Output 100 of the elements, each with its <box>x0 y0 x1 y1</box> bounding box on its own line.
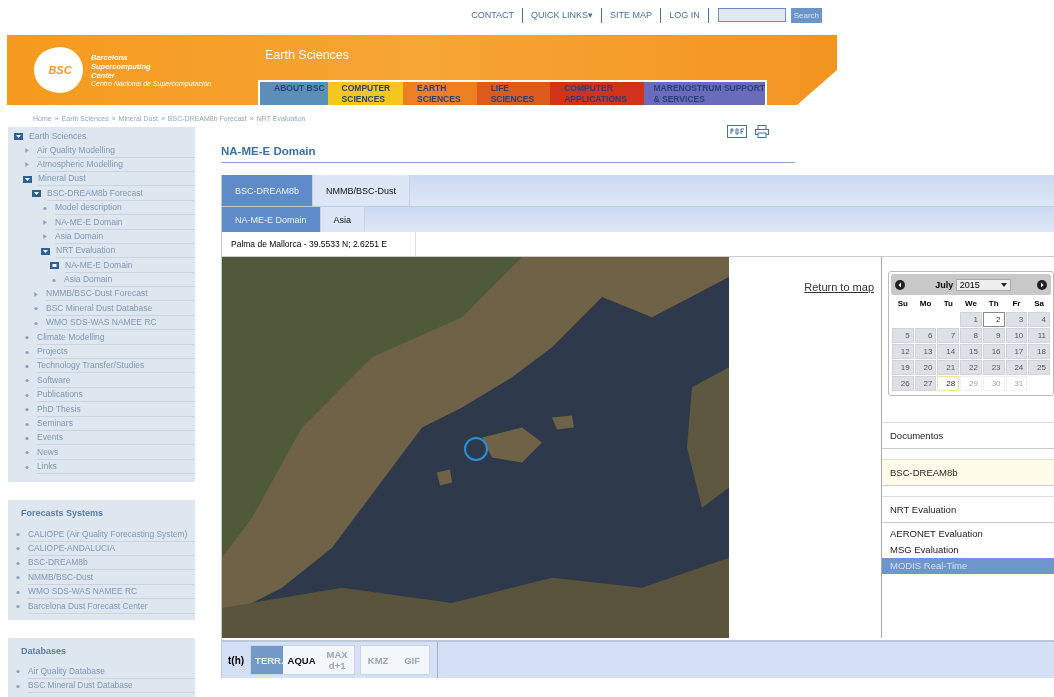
sidebar-link[interactable]: NA-ME-E Domain <box>55 215 195 230</box>
calendar-day[interactable]: 28 <box>937 376 960 391</box>
tab[interactable]: NMMB/BSC-Dust <box>313 175 411 206</box>
sidebar-link[interactable]: Climate Modelling <box>37 330 195 345</box>
collapse-icon[interactable] <box>32 190 41 198</box>
calendar-day[interactable]: 16 <box>982 344 1005 359</box>
sidebar-link[interactable]: NRT Evaluation <box>56 244 195 259</box>
calendar-day[interactable]: 20 <box>914 360 937 375</box>
top-link[interactable]: CONTACT <box>463 10 523 20</box>
calendar-day[interactable]: 5 <box>892 328 914 343</box>
sidebar-link[interactable]: Barcelona Dust Forecast Center <box>28 599 195 614</box>
calendar-day[interactable]: 3 <box>1005 312 1028 327</box>
menu-item[interactable]: Documentos <box>882 422 1054 449</box>
menu-item[interactable]: NRT Evaluation <box>882 496 1054 523</box>
calendar-day[interactable]: 13 <box>914 344 937 359</box>
calendar-day[interactable]: 23 <box>982 360 1005 375</box>
printer-icon[interactable] <box>755 125 769 138</box>
bullet-icon <box>34 306 38 312</box>
calendar-day[interactable]: 14 <box>937 344 960 359</box>
top-link[interactable]: QUICK LINKS▾ <box>523 10 602 20</box>
calendar-day[interactable]: 24 <box>1005 360 1028 375</box>
nav-tab[interactable]: ABOUT BSC <box>260 82 328 105</box>
search-button[interactable]: Search <box>790 7 822 23</box>
sidebar-link[interactable]: CALIOPE (Air Quality Forecasting System) <box>28 527 195 542</box>
calendar-day[interactable]: 11 <box>1028 328 1050 343</box>
tab[interactable]: BSC-DREAM8b <box>222 175 313 206</box>
sidebar-link[interactable]: BSC Mineral Dust Database <box>28 679 195 694</box>
collapse-icon[interactable] <box>14 132 23 140</box>
calendar-day[interactable]: 22 <box>960 360 982 375</box>
sidebar-link[interactable]: Projects <box>37 345 195 360</box>
calendar-day[interactable]: 15 <box>960 344 982 359</box>
list-item[interactable]: MODIS Real-Time <box>882 558 1054 574</box>
sidebar-link[interactable]: Technology Transfer/Studies <box>37 359 195 374</box>
satellite-button[interactable]: AQUA <box>283 646 321 674</box>
time-label: t(h) <box>228 654 245 666</box>
year-select[interactable]: 2015 <box>955 278 1011 291</box>
sidebar-link[interactable]: Air Quality Database <box>28 664 195 679</box>
sidebar-link[interactable]: Model description <box>55 201 195 216</box>
sidebar-link[interactable]: Atmospheric Modelling <box>37 157 195 172</box>
calendar-day[interactable]: 4 <box>1028 312 1050 327</box>
calendar-day[interactable]: 21 <box>937 360 960 375</box>
previous-icon[interactable] <box>895 279 905 290</box>
satellite-button[interactable]: TERR. <box>251 646 284 674</box>
sidebar-link[interactable]: NA-ME-E Domain <box>65 258 195 273</box>
calendar-day[interactable]: 6 <box>914 328 937 343</box>
location-marker-icon[interactable] <box>463 436 489 462</box>
calendar-day[interactable]: 17 <box>1005 344 1028 359</box>
calendar-day[interactable]: 26 <box>892 376 914 391</box>
sidebar-link[interactable]: Asia Domain <box>55 229 195 244</box>
sidebar-link[interactable]: WMO SDS-WAS NAMEE RC <box>28 585 195 600</box>
sidebar-link[interactable]: BSC-DREAM8b Forecast <box>47 186 195 201</box>
sidebar-link[interactable]: Mineral Dust <box>38 172 195 187</box>
sidebar-link[interactable]: BSC-DREAM8b <box>28 556 195 571</box>
sidebar-link[interactable]: BSC Mineral Dust Database <box>46 301 195 316</box>
sidebar-link[interactable]: News <box>37 445 195 460</box>
sidebar-link[interactable]: CALIOPE-ANDALUCIA <box>28 541 195 556</box>
calendar-day[interactable]: 25 <box>1028 360 1050 375</box>
collapse-icon[interactable] <box>23 175 32 183</box>
calendar-day[interactable]: 12 <box>892 344 914 359</box>
return-link[interactable]: Return to map <box>804 281 874 293</box>
tab[interactable]: NA-ME-E Domain <box>222 207 321 232</box>
weekday-label: Sa <box>1033 298 1046 310</box>
calendar-day[interactable]: 8 <box>960 328 982 343</box>
bullet-icon <box>16 604 20 609</box>
pdf-icon[interactable] <box>727 125 747 138</box>
tab[interactable]: Asia <box>320 207 366 232</box>
calendar-day[interactable]: 9 <box>982 328 1005 343</box>
bullet-icon <box>43 205 47 211</box>
calendar-day[interactable]: 7 <box>937 328 960 343</box>
calendar-day[interactable]: 27 <box>914 376 937 391</box>
top-link[interactable]: LOG IN <box>661 10 708 20</box>
calendar-day[interactable]: 10 <box>1005 328 1028 343</box>
nav-tab[interactable]: EARTH SCIENCES <box>403 82 477 105</box>
sidebar-link[interactable]: PhD Thesis <box>37 402 195 417</box>
menu-item[interactable]: BSC-DREAM8b <box>882 459 1054 486</box>
top-link[interactable]: SITE MAP <box>602 10 661 20</box>
list-item[interactable]: AERONET Evaluation <box>882 526 1054 542</box>
nav-tab[interactable]: COMPUTER APPLICATIONS <box>550 82 644 105</box>
sidebar-link[interactable]: WMO SDS-WAS NAMEE RC <box>46 316 195 331</box>
sidebar-link[interactable]: Events <box>37 431 195 446</box>
sidebar-link[interactable]: Asia Domain <box>64 273 195 288</box>
sidebar-link[interactable]: Air Quality Modelling <box>37 143 195 158</box>
nav-tab[interactable]: LIFE SCIENCES <box>476 82 551 105</box>
sidebar-link[interactable]: Seminars <box>37 417 195 431</box>
collapse-icon[interactable] <box>41 247 50 255</box>
list-item[interactable]: MSG Evaluation <box>882 542 1054 558</box>
next-icon[interactable] <box>1037 279 1047 290</box>
search-field[interactable] <box>717 8 786 22</box>
nav-tab[interactable]: MARENOSTRUM SUPPORT & SERVICES <box>643 82 765 105</box>
calendar-day[interactable]: 18 <box>1028 344 1050 359</box>
sidebar-link[interactable]: Software <box>37 373 195 388</box>
sidebar-link[interactable]: Earth Sciences <box>29 129 195 143</box>
sidebar-link[interactable]: NMMB/BSC-Dust Forecast <box>46 287 195 302</box>
sidebar-link[interactable]: Links <box>37 460 195 475</box>
nav-tab[interactable]: COMPUTER SCIENCES <box>327 82 404 105</box>
sidebar-link[interactable]: Publications <box>37 388 195 403</box>
calendar-day[interactable]: 1 <box>960 312 982 327</box>
calendar-day[interactable]: 2 <box>982 312 1005 327</box>
sidebar-link[interactable]: NMMB/BSC-Dust <box>28 570 195 585</box>
calendar-day[interactable]: 19 <box>892 360 914 375</box>
